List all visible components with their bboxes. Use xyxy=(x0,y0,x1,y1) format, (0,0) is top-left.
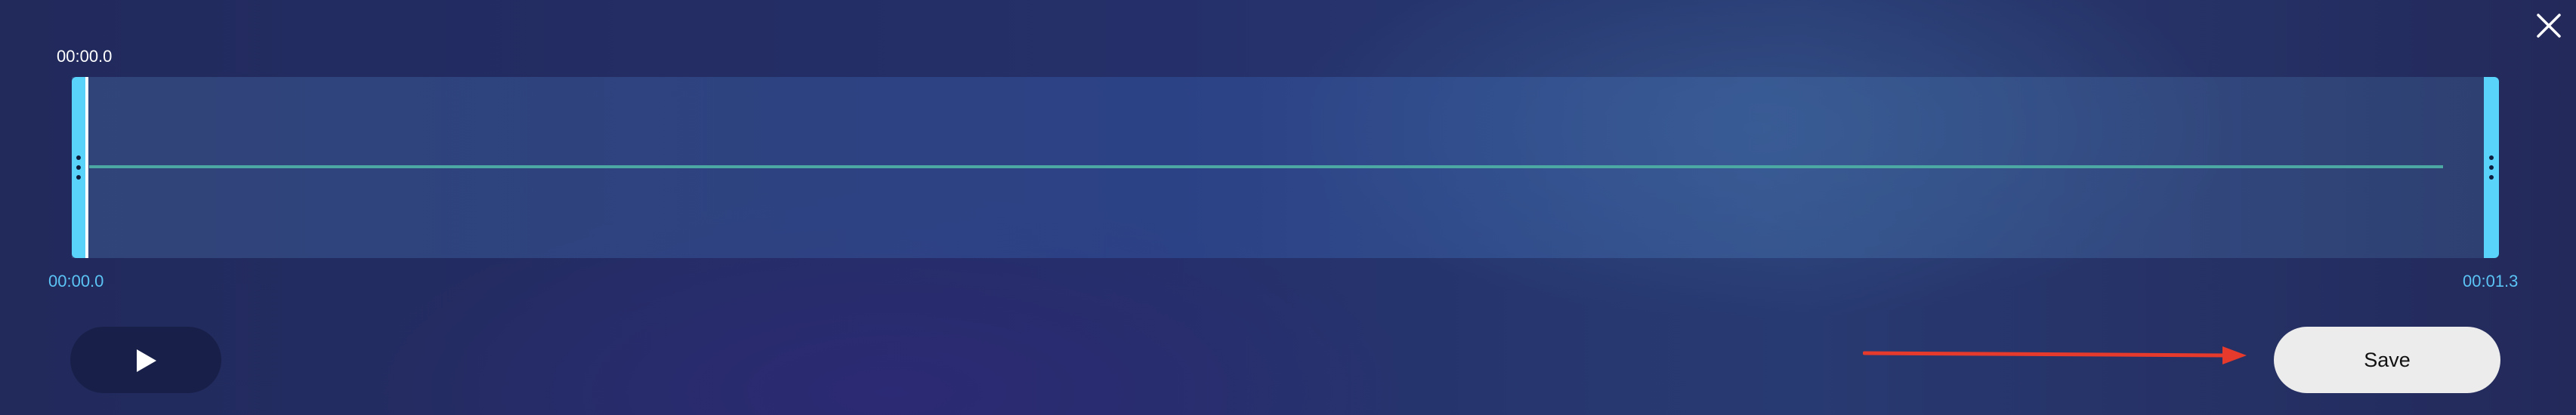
grip-icon xyxy=(2489,155,2494,180)
grip-icon xyxy=(76,155,81,180)
play-button[interactable] xyxy=(70,327,221,393)
close-button[interactable] xyxy=(2535,12,2562,39)
play-icon xyxy=(137,349,156,372)
trim-end-handle[interactable] xyxy=(2484,77,2499,258)
end-time: 00:01.3 xyxy=(2463,272,2519,290)
save-button[interactable]: Save xyxy=(2274,327,2500,393)
waveform xyxy=(89,165,2443,168)
trim-start-handle[interactable] xyxy=(72,77,88,258)
current-time: 00:00.0 xyxy=(57,47,113,66)
close-icon xyxy=(2537,14,2561,38)
annotation-arrow-icon xyxy=(1863,346,2247,364)
start-time: 00:00.0 xyxy=(48,272,104,290)
